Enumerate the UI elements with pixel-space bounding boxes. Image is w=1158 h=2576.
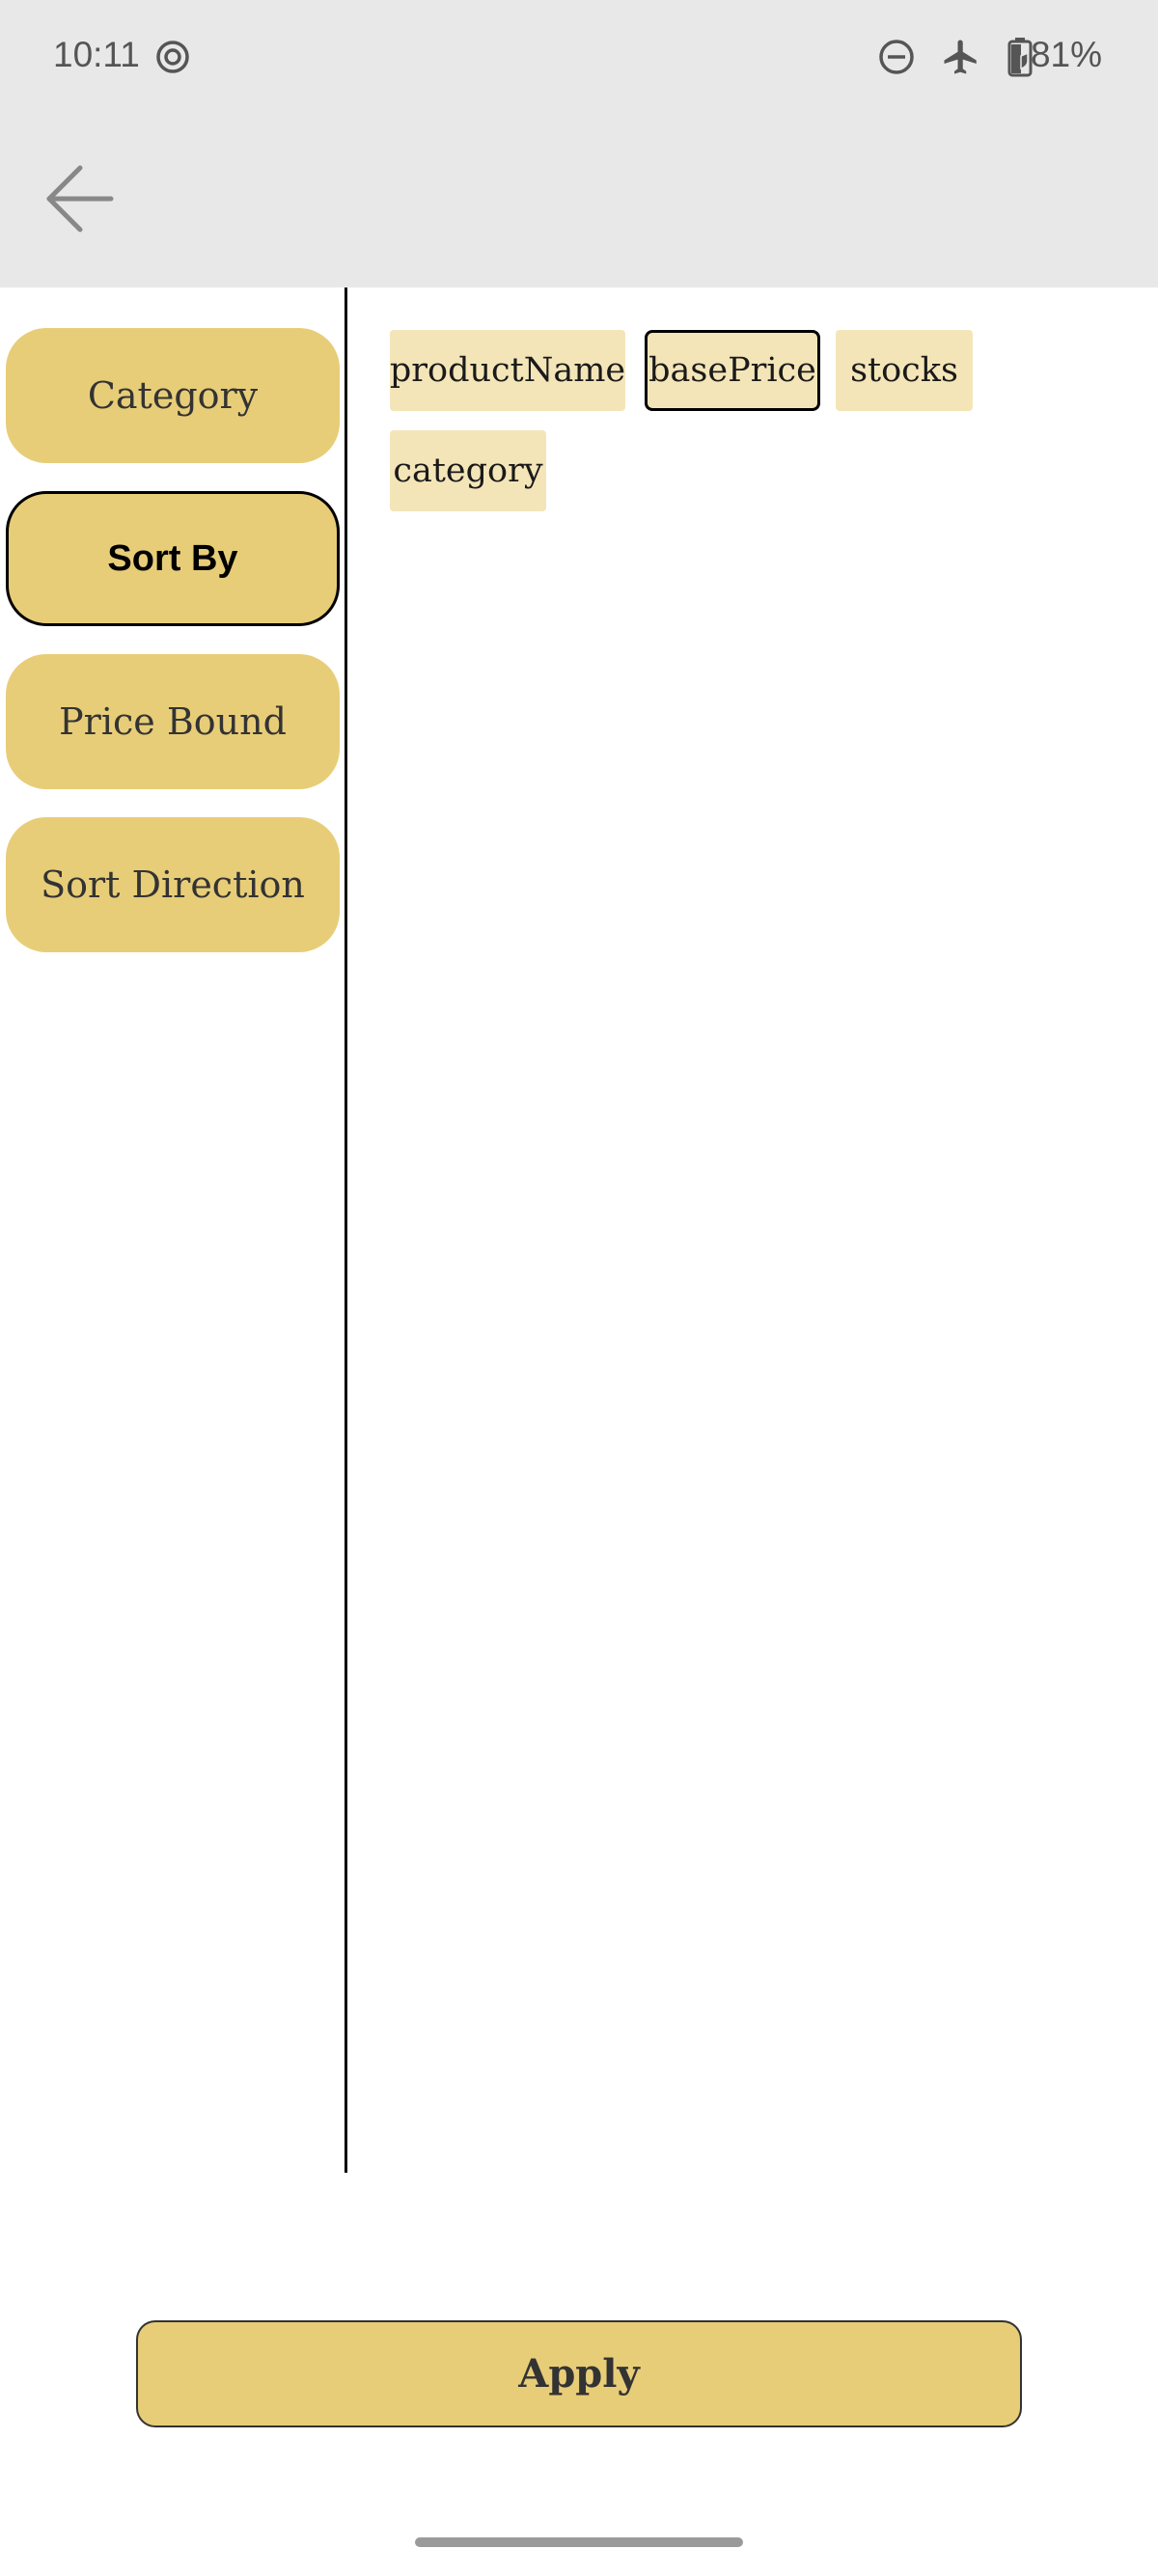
sidebar-item-label: Category [87, 374, 259, 417]
apply-button-label: Apply [518, 2351, 640, 2397]
battery-percentage: 81% [1030, 35, 1102, 74]
option-chip-label: stocks [850, 351, 958, 390]
home-indicator[interactable] [415, 2537, 743, 2547]
sidebar-item-label: Price Bound [59, 700, 287, 743]
sort-filter-screen: 10:11 81% Category Sort By Price Bound S… [0, 0, 1158, 2576]
airplane-icon [941, 37, 981, 81]
sidebar-item-category[interactable]: Category [6, 328, 340, 463]
option-chip-stocks[interactable]: stocks [836, 330, 973, 411]
sidebar-item-sort-direction[interactable]: Sort Direction [6, 817, 340, 952]
apply-button[interactable]: Apply [136, 2320, 1022, 2427]
option-chip-label: basePrice [648, 351, 816, 390]
battery-saver-icon [1007, 37, 1033, 81]
status-time: 10:11 [53, 35, 140, 74]
sidebar-item-price-bound[interactable]: Price Bound [6, 654, 340, 789]
sidebar-item-label: Sort Direction [41, 863, 305, 906]
do-not-disturb-icon [878, 39, 915, 79]
option-chip-label: productName [389, 351, 626, 390]
sidebar-item-label: Sort By [107, 537, 238, 579]
top-bar: 10:11 81% [0, 0, 1158, 288]
focus-mode-icon [154, 39, 191, 79]
back-button[interactable] [37, 156, 122, 241]
filter-sidebar: Category Sort By Price Bound Sort Direct… [0, 288, 347, 2173]
option-chip-productname[interactable]: productName [390, 330, 625, 411]
arrow-back-icon [46, 165, 114, 233]
option-chip-label: category [393, 452, 543, 490]
option-chip-category[interactable]: category [390, 430, 546, 511]
option-chip-baseprice[interactable]: basePrice [645, 330, 820, 411]
sidebar-item-sort-by[interactable]: Sort By [6, 491, 340, 626]
